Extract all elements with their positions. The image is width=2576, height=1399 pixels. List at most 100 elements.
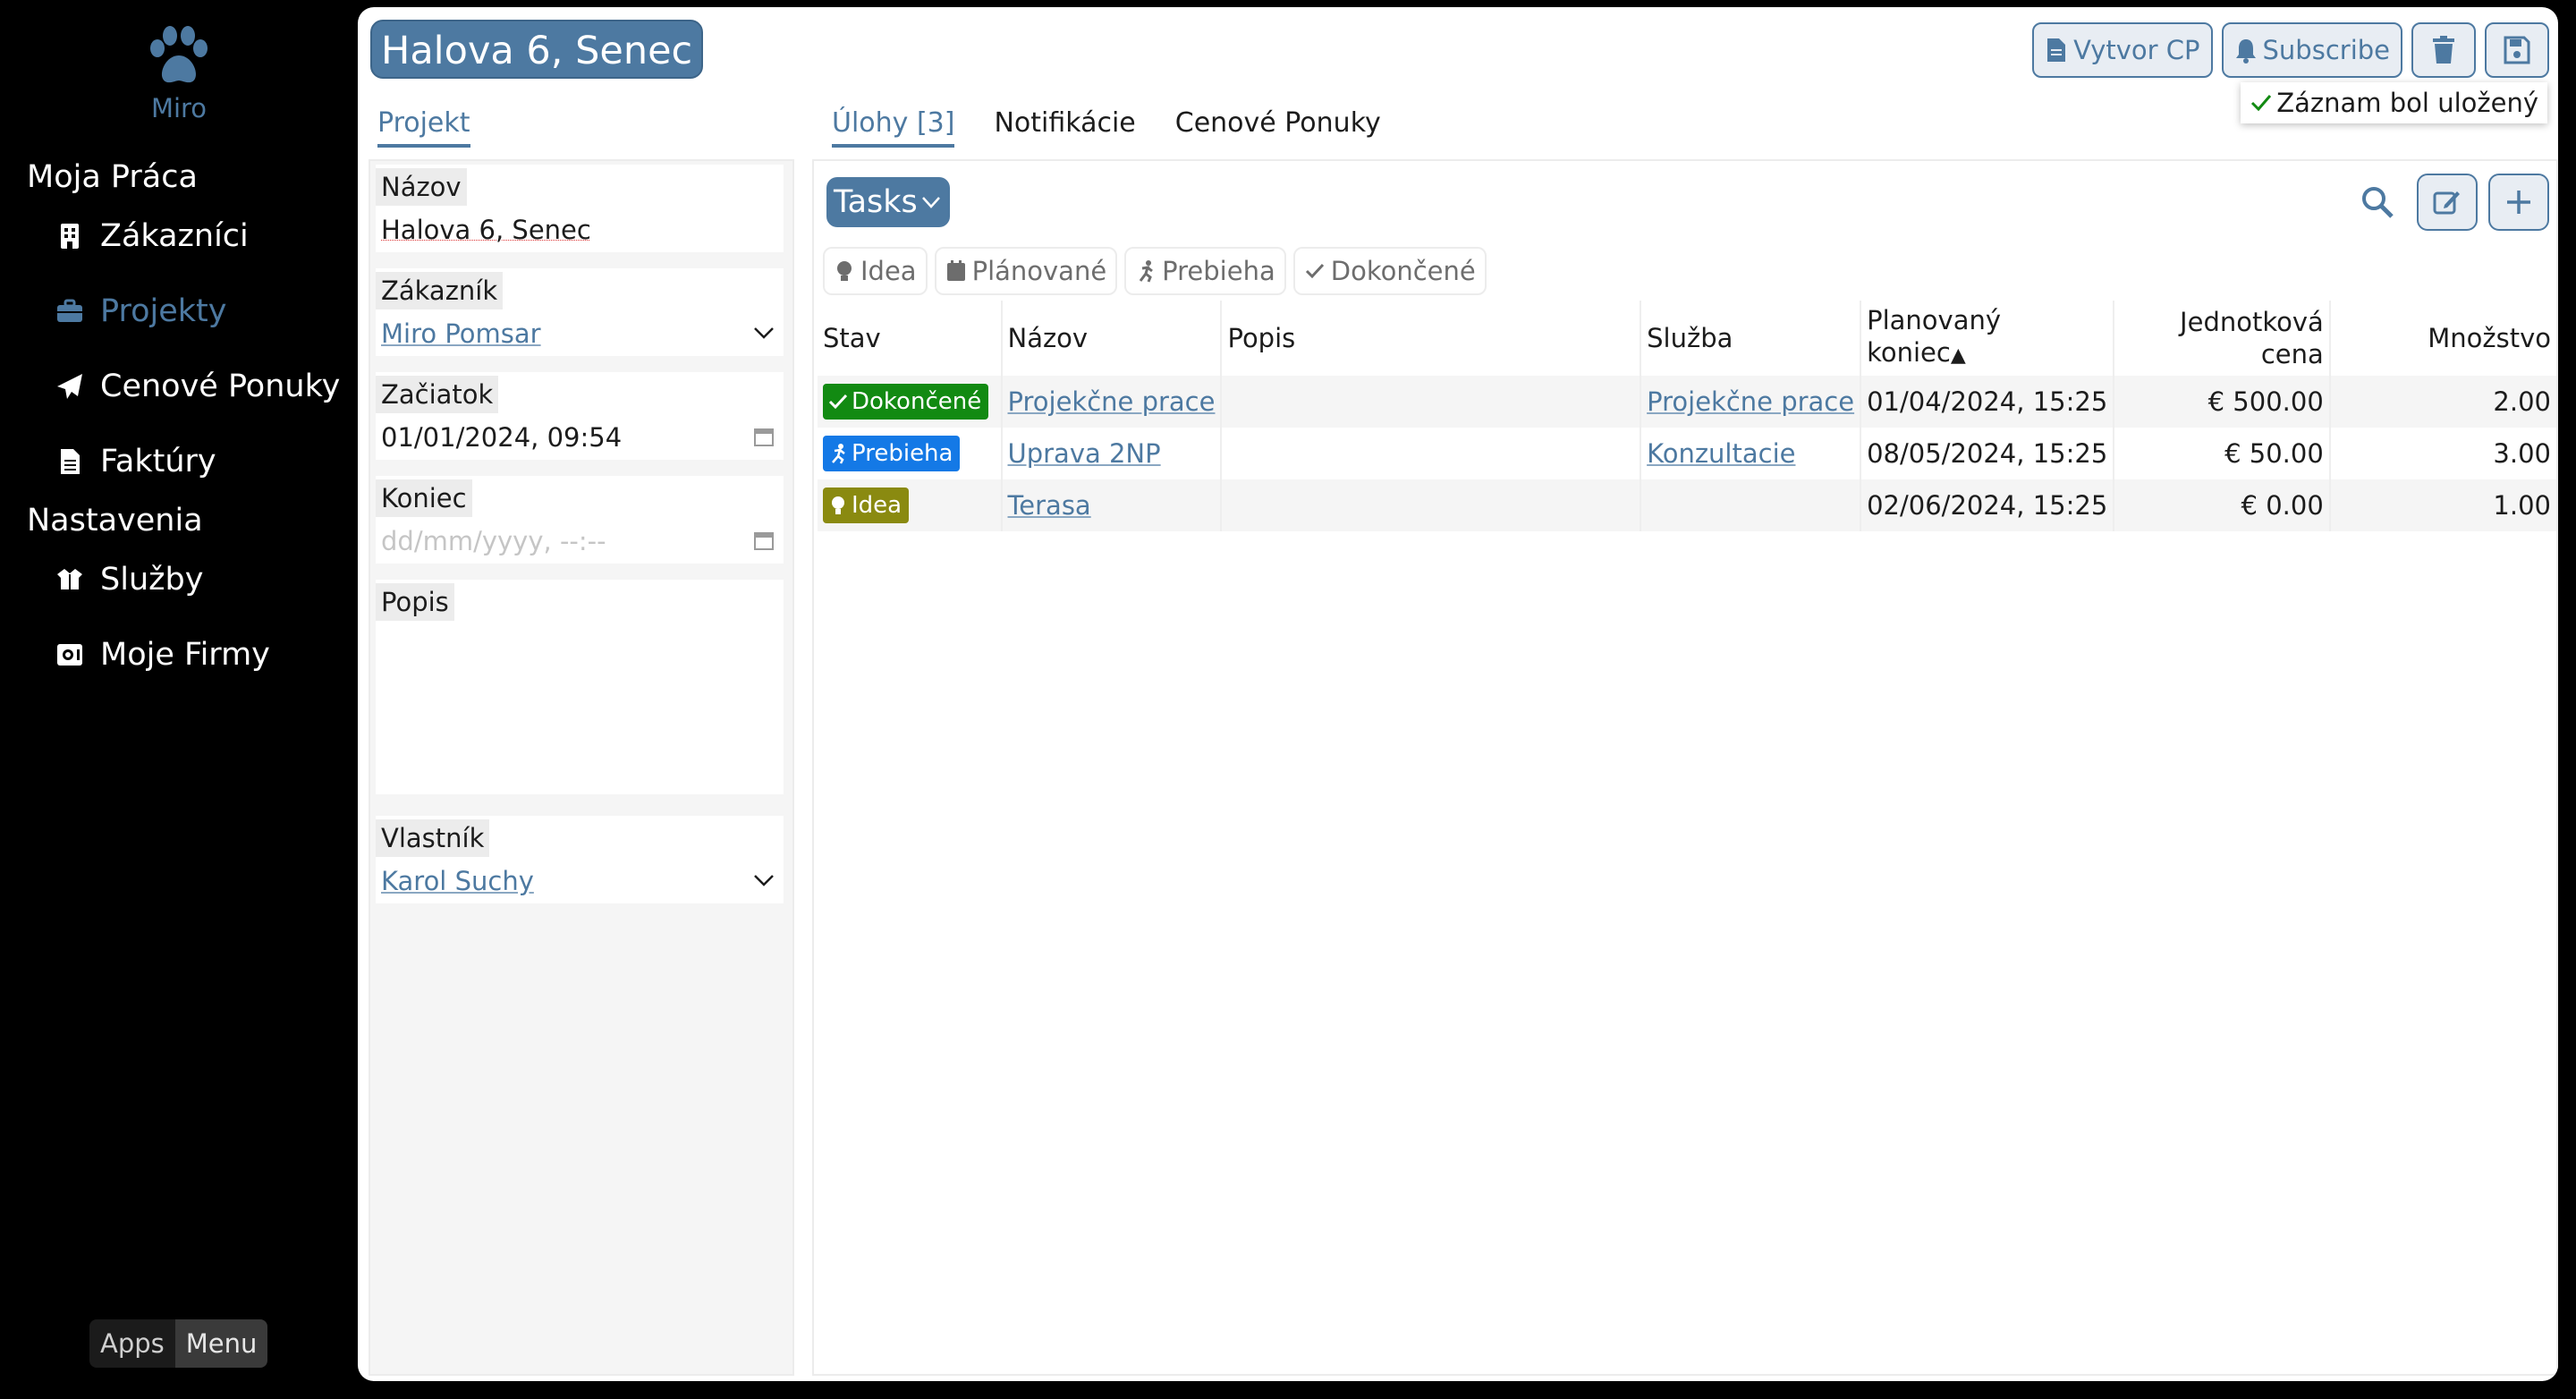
building-icon bbox=[54, 220, 86, 252]
task-link[interactable]: Terasa bbox=[1008, 490, 1091, 521]
name-cell: Terasa bbox=[1001, 479, 1223, 531]
edit-tasks-button[interactable] bbox=[2417, 174, 2478, 231]
field-label: Zákazník bbox=[376, 272, 504, 309]
start-date-input[interactable]: 01/01/2024, 09:54 bbox=[376, 413, 784, 460]
customer-select[interactable]: Miro Pomsar bbox=[376, 309, 784, 356]
check-icon bbox=[1305, 263, 1324, 279]
tab-notifikacie[interactable]: Notifikácie bbox=[994, 107, 1135, 148]
filter-prebieha[interactable]: Prebieha bbox=[1124, 247, 1286, 295]
name-cell: Projekčne prace bbox=[1001, 376, 1223, 428]
page-title: Halova 6, Senec bbox=[370, 20, 704, 79]
briefcase-icon bbox=[54, 295, 86, 327]
calendar-icon[interactable] bbox=[751, 424, 776, 449]
service-link[interactable]: Konzultacie bbox=[1647, 438, 1795, 469]
task-link[interactable]: Projekčne prace bbox=[1008, 386, 1216, 417]
check-icon bbox=[2251, 95, 2272, 112]
tasks-panel: Tasks Idea Plánované Prebieha Dokončené … bbox=[812, 159, 2558, 1376]
status-label: Idea bbox=[852, 492, 902, 519]
create-offer-button[interactable]: Vytvor CP bbox=[2032, 22, 2213, 78]
calendar-icon[interactable] bbox=[751, 528, 776, 553]
status-badge: Idea bbox=[823, 488, 910, 523]
search-button[interactable] bbox=[2356, 181, 2399, 224]
end-date-placeholder: dd/mm/yyyy, --:-- bbox=[381, 526, 606, 556]
col-header-mnozstvo[interactable]: Množstvo bbox=[2330, 301, 2556, 376]
service-link[interactable]: Projekčne prace bbox=[1647, 386, 1854, 417]
status-badge: Prebieha bbox=[823, 436, 961, 471]
customer-value[interactable]: Miro Pomsar bbox=[381, 318, 541, 349]
main-panel: Halova 6, Senec Vytvor CP Subscribe Zázn… bbox=[358, 7, 2558, 1381]
sidebar-item-label: Faktúry bbox=[100, 444, 216, 479]
sidebar-item-cenove-ponuky[interactable]: Cenové Ponuky bbox=[54, 369, 340, 404]
col-header-planovany-koniec[interactable]: Planovaný koniec▲ bbox=[1860, 301, 2115, 376]
save-toast: Záznam bol uložený bbox=[2241, 82, 2547, 123]
table-row[interactable]: Prebieha Uprava 2NP Konzultacie 08/05/20… bbox=[818, 428, 2556, 479]
service-cell: Projekčne prace bbox=[1640, 376, 1862, 428]
price-cell: € 50.00 bbox=[2114, 428, 2331, 479]
col-header-popis[interactable]: Popis bbox=[1221, 301, 1642, 376]
apps-button[interactable]: Apps bbox=[89, 1319, 175, 1368]
delete-button[interactable] bbox=[2411, 22, 2476, 78]
sort-ascending-icon: ▲ bbox=[1950, 344, 1966, 367]
running-person-icon bbox=[832, 444, 845, 464]
description-textarea[interactable] bbox=[376, 621, 784, 782]
qty-cell: 1.00 bbox=[2329, 479, 2556, 531]
owner-value[interactable]: Karol Suchy bbox=[381, 866, 534, 896]
check-icon bbox=[828, 394, 848, 410]
tab-cenove-ponuky[interactable]: Cenové Ponuky bbox=[1175, 107, 1381, 148]
add-task-button[interactable] bbox=[2488, 174, 2549, 231]
field-zakaznik: Zákazník Miro Pomsar bbox=[376, 268, 784, 356]
filter-planovane[interactable]: Plánované bbox=[934, 247, 1118, 295]
end-cell: 01/04/2024, 15:25 bbox=[1860, 376, 2115, 428]
table-row[interactable]: Idea Terasa 02/06/2024, 15:25 € 0.00 1.0… bbox=[818, 479, 2556, 531]
col-header-jednotkova-cena[interactable]: Jednotková cena bbox=[2114, 301, 2331, 376]
calendar-icon bbox=[946, 260, 965, 281]
sidebar: Miro Moja Práca Zákazníci Projekty Cenov… bbox=[0, 0, 358, 1399]
service-cell: Konzultacie bbox=[1640, 428, 1862, 479]
filter-dokoncene[interactable]: Dokončené bbox=[1292, 247, 1487, 295]
tasks-view-dropdown[interactable]: Tasks bbox=[826, 177, 950, 227]
price-cell: € 0.00 bbox=[2114, 479, 2331, 531]
header-actions: Vytvor CP Subscribe bbox=[2032, 22, 2549, 78]
save-button[interactable] bbox=[2485, 22, 2549, 78]
col-header-sluzba[interactable]: Služba bbox=[1640, 301, 1862, 376]
sidebar-item-label: Cenové Ponuky bbox=[100, 369, 341, 404]
chevron-down-icon bbox=[754, 327, 774, 339]
qty-cell: 2.00 bbox=[2329, 376, 2556, 428]
col-header-nazov[interactable]: Názov bbox=[1001, 301, 1223, 376]
table-row[interactable]: Dokončené Projekčne prace Projekčne prac… bbox=[818, 376, 2556, 428]
start-date-value: 01/01/2024, 09:54 bbox=[381, 422, 623, 453]
toast-message: Záznam bol uložený bbox=[2276, 88, 2538, 118]
brand-logo[interactable]: Miro bbox=[0, 25, 358, 123]
end-date-input[interactable]: dd/mm/yyyy, --:-- bbox=[376, 517, 784, 564]
tab-ulohy[interactable]: Úlohy [3] bbox=[832, 107, 955, 148]
sidebar-item-faktury[interactable]: Faktúry bbox=[54, 444, 216, 479]
status-label: Prebieha bbox=[852, 440, 953, 467]
task-link[interactable]: Uprava 2NP bbox=[1008, 438, 1161, 469]
col-header-line: Planovaný bbox=[1867, 305, 2002, 335]
col-header-stav[interactable]: Stav bbox=[818, 301, 1003, 376]
owner-select[interactable]: Karol Suchy bbox=[376, 857, 784, 903]
filter-label: Prebieha bbox=[1162, 256, 1275, 286]
menu-button[interactable]: Menu bbox=[174, 1319, 268, 1368]
running-person-icon bbox=[1139, 260, 1154, 283]
sidebar-item-projekty[interactable]: Projekty bbox=[54, 293, 227, 329]
tasks-table: Stav Názov Popis Služba Planovaný koniec… bbox=[818, 301, 2556, 531]
document-icon bbox=[54, 445, 86, 478]
tab-projekt[interactable]: Projekt bbox=[377, 107, 470, 148]
sidebar-item-sluzby[interactable]: Služby bbox=[54, 562, 203, 598]
lightbulb-icon bbox=[832, 496, 844, 514]
desc-cell bbox=[1221, 479, 1642, 531]
document-icon bbox=[2047, 38, 2066, 62]
name-input[interactable]: Halova 6, Senec bbox=[376, 206, 784, 252]
price-cell: € 500.00 bbox=[2114, 376, 2331, 428]
subscribe-button[interactable]: Subscribe bbox=[2221, 22, 2402, 78]
end-cell: 02/06/2024, 15:25 bbox=[1860, 479, 2115, 531]
project-form: Názov Halova 6, Senec Zákazník Miro Poms… bbox=[369, 159, 794, 1376]
field-label: Začiatok bbox=[376, 376, 499, 413]
filter-idea[interactable]: Idea bbox=[823, 247, 928, 295]
sidebar-item-zakaznici[interactable]: Zákazníci bbox=[54, 218, 249, 254]
status-filters: Idea Plánované Prebieha Dokončené bbox=[823, 247, 1487, 295]
status-cell: Dokončené bbox=[818, 376, 1003, 428]
sidebar-item-moje-firmy[interactable]: Moje Firmy bbox=[54, 637, 270, 673]
field-label: Vlastník bbox=[376, 819, 490, 857]
